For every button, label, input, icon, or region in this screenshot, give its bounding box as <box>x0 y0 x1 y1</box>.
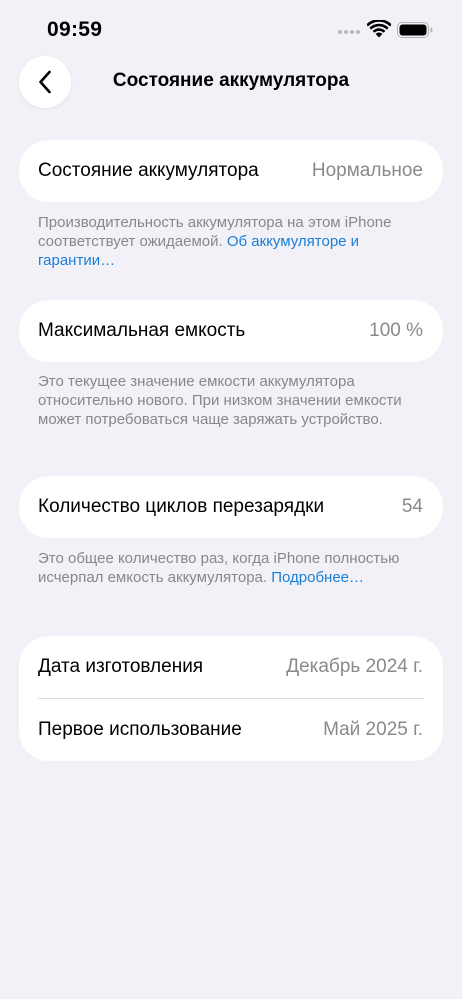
battery-health-row: Состояние аккумулятора Нормальное <box>19 140 443 202</box>
max-capacity-card: Максимальная емкость 100 % <box>19 300 443 362</box>
cycle-count-label: Количество циклов перезарядки <box>38 496 325 517</box>
cycle-count-footnote: Это общее количество раз, когда iPhone п… <box>38 549 428 587</box>
manufacture-date-label: Дата изготовления <box>38 656 204 677</box>
cellular-signal-icon <box>338 30 360 34</box>
max-capacity-footnote: Это текущее значение емкости аккумулятор… <box>38 373 402 428</box>
battery-health-screen: 09:59 Состояние аккумулятора Состояние а… <box>0 0 462 999</box>
battery-health-label: Состояние аккумулятора <box>38 160 259 181</box>
dates-card: Дата изготовления Декабрь 2024 г. Первое… <box>19 636 443 761</box>
cycle-count-row: Количество циклов перезарядки 54 <box>19 476 443 538</box>
battery-health-footnote: Производительность аккумулятора на этом … <box>38 213 428 270</box>
first-use-label: Первое использование <box>38 719 242 740</box>
max-capacity-value: 100 % <box>369 320 423 341</box>
learn-more-link[interactable]: Подробнее… <box>271 569 364 586</box>
first-use-row: Первое использование Май 2025 г. <box>19 699 443 761</box>
status-bar: 09:59 <box>0 0 462 56</box>
cycle-count-card: Количество циклов перезарядки 54 <box>19 476 443 538</box>
status-time: 09:59 <box>47 18 103 41</box>
manufacture-date-value: Декабрь 2024 г. <box>286 656 423 677</box>
first-use-value: Май 2025 г. <box>323 719 423 740</box>
max-capacity-row: Максимальная емкость 100 % <box>19 300 443 362</box>
battery-health-value: Нормальное <box>311 160 423 181</box>
wifi-icon <box>367 20 391 38</box>
battery-icon <box>397 22 433 38</box>
max-capacity-label: Максимальная емкость <box>38 320 246 341</box>
page-title: Состояние аккумулятора <box>112 70 350 91</box>
cycle-count-value: 54 <box>401 496 423 517</box>
battery-health-card: Состояние аккумулятора Нормальное <box>19 140 443 202</box>
manufacture-date-row: Дата изготовления Декабрь 2024 г. <box>19 636 443 698</box>
